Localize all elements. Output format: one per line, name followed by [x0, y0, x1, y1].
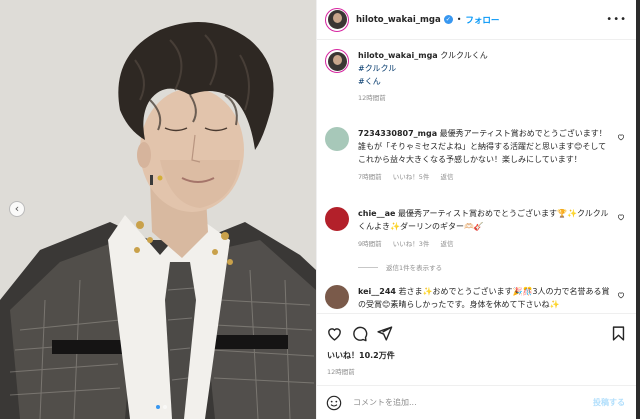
author-avatar[interactable]	[325, 7, 349, 32]
comment-item: 7234330807_mga 最優秀アーティスト賞おめでとうございます！誰もが「…	[325, 127, 631, 184]
verified-badge-icon: ✓	[443, 15, 453, 24]
comment-composer: 投稿する	[317, 385, 637, 419]
commenter-avatar[interactable]	[325, 127, 349, 151]
comment-icon[interactable]	[351, 325, 368, 342]
comments-list[interactable]: hiloto_wakai_mga クルクルくん #クルクル #くん 12時間前 …	[317, 41, 637, 313]
post-comment-button[interactable]: 投稿する	[593, 397, 625, 408]
commenter-username[interactable]: kei__244	[358, 287, 396, 296]
more-options-icon[interactable]: •••	[606, 14, 627, 25]
hashtag-link[interactable]: #くん	[358, 75, 488, 88]
heart-icon[interactable]	[617, 213, 625, 221]
bookmark-icon[interactable]	[610, 325, 627, 342]
view-replies-button[interactable]: 返信1件を表示する	[358, 262, 442, 272]
comment-likes[interactable]: いいね！5件	[393, 173, 430, 181]
commenter-avatar[interactable]	[325, 207, 349, 231]
comment-item: chie__ae 最優秀アーティスト賞おめでとうございます🏆✨クルクルくんよき✨…	[325, 207, 631, 251]
post-header: hiloto_wakai_mga ✓ • フォロー •••	[317, 0, 637, 40]
post-detail-panel: hiloto_wakai_mga ✓ • フォロー ••• hiloto_wak…	[316, 0, 637, 419]
caption-author-avatar[interactable]	[325, 49, 349, 73]
post-photo[interactable]: ‹	[0, 0, 316, 419]
comment-input[interactable]	[353, 398, 563, 407]
window-edge	[636, 0, 640, 419]
caption-username[interactable]: hiloto_wakai_mga	[358, 51, 438, 60]
reply-button[interactable]: 返信	[440, 240, 453, 248]
comment-text: 若さま✨おめでとうございます🎉🎊3人の力で名誉ある賞の受賞😊素晴らしかったです。…	[358, 287, 610, 309]
carousel-indicator	[156, 405, 167, 409]
post-timestamp: 12時間前	[327, 368, 355, 376]
caption-text: クルクルくん	[440, 51, 488, 60]
heart-icon[interactable]	[617, 291, 625, 299]
emoji-icon[interactable]	[326, 395, 342, 411]
comment-likes[interactable]: いいね！3件	[393, 240, 430, 248]
caption-timestamp: 12時間前	[358, 94, 386, 102]
commenter-avatar[interactable]	[325, 285, 349, 309]
commenter-username[interactable]: chie__ae	[358, 209, 395, 218]
separator-dot: •	[456, 15, 462, 24]
carousel-dot	[163, 405, 167, 409]
heart-icon[interactable]	[326, 325, 343, 342]
likes-count[interactable]: いいね！10.2万件	[327, 350, 395, 361]
hashtag-link[interactable]: #クルクル	[358, 62, 488, 75]
chevron-left-icon: ‹	[14, 202, 20, 215]
reply-button[interactable]: 返信	[440, 173, 453, 181]
comment-text: 最優秀アーティスト賞おめでとうございます🏆✨クルクルくんよき✨ダーリンのギター🫶…	[358, 209, 609, 231]
post-caption: hiloto_wakai_mga クルクルくん #クルクル #くん 12時間前	[325, 49, 625, 105]
share-icon[interactable]	[376, 325, 393, 342]
author-username[interactable]: hiloto_wakai_mga	[356, 15, 441, 25]
portrait-image	[0, 0, 316, 419]
heart-icon[interactable]	[617, 133, 625, 141]
carousel-dot-active	[156, 405, 160, 409]
comment-timestamp: 7時間前	[358, 173, 382, 181]
previous-photo-button[interactable]: ‹	[9, 201, 25, 217]
commenter-username[interactable]: 7234330807_mga	[358, 129, 437, 138]
action-bar	[317, 313, 637, 347]
instagram-post-window: ‹ hiloto_wakai_mga ✓ • フォロー ••• hiloto_w…	[0, 0, 640, 419]
follow-button[interactable]: フォロー	[465, 14, 499, 26]
comment-timestamp: 9時間前	[358, 240, 382, 248]
comment-item: kei__244 若さま✨おめでとうございます🎉🎊3人の力で名誉ある賞の受賞😊素…	[325, 285, 631, 311]
